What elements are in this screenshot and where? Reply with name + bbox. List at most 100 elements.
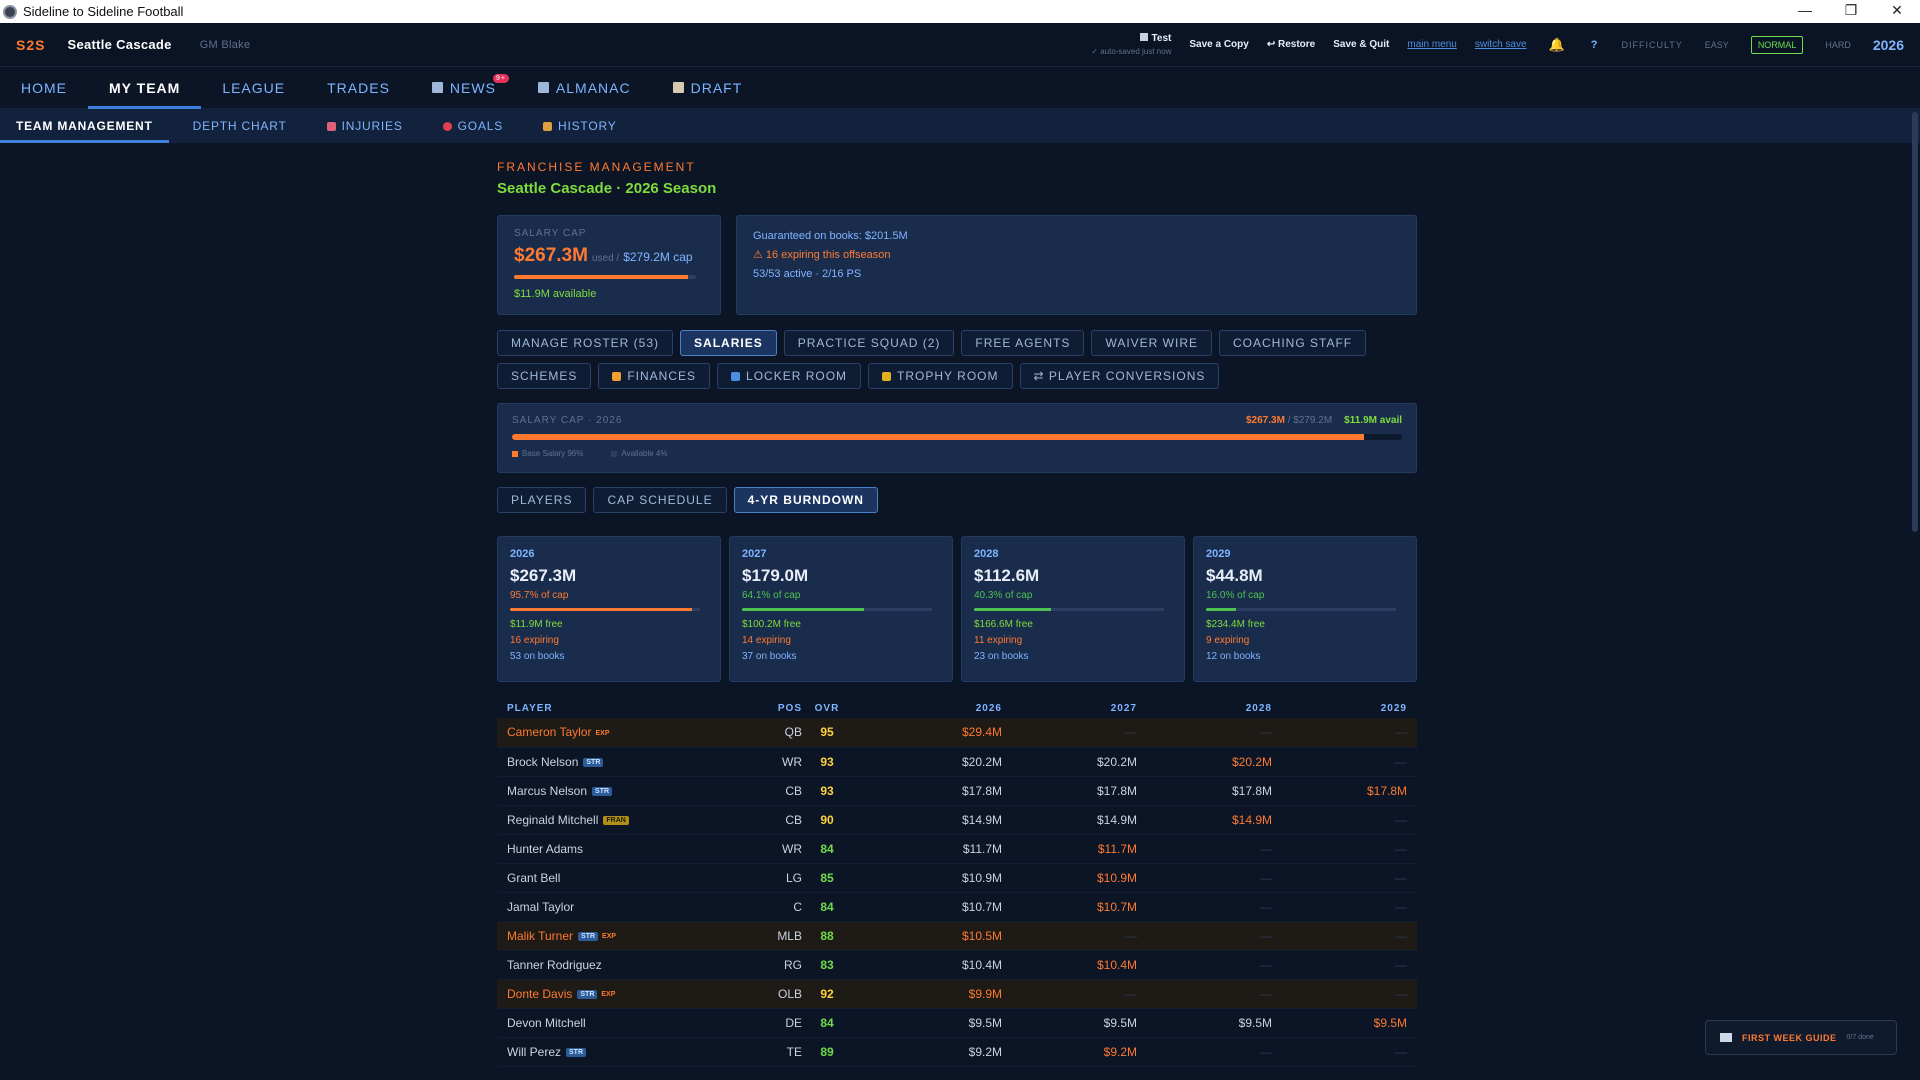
tab-team-management[interactable]: TEAM MANAGEMENT [0, 109, 169, 143]
player-name[interactable]: Donte Davis [507, 987, 572, 1001]
tab-history[interactable]: HISTORY [527, 109, 633, 143]
difficulty-hard[interactable]: HARD [1825, 40, 1851, 50]
difficulty-easy[interactable]: EASY [1705, 40, 1729, 50]
nav-trades[interactable]: TRADES [306, 67, 411, 109]
view-tab-4-yr-burndown[interactable]: 4-YR BURNDOWN [733, 487, 878, 513]
col-2028[interactable]: 2028 [1147, 698, 1282, 718]
pos-cell: TE [786, 1044, 802, 1059]
ovr-cell: 85 [820, 870, 834, 885]
burndown-year: 2026 [510, 548, 535, 560]
tab-goals[interactable]: GOALS [427, 109, 519, 143]
table-row[interactable]: Jamal Taylor C 84 $10.7M $10.7M — — [497, 892, 1417, 921]
bell-icon[interactable]: 🔔 [1549, 37, 1565, 53]
player-name[interactable]: Cameron Taylor [507, 725, 591, 739]
table-row[interactable]: Devon Mitchell DE 84 $9.5M $9.5M $9.5M $9.5M [497, 1008, 1417, 1037]
help-button[interactable]: ? [1591, 39, 1598, 51]
cap-summary-used: $267.3M [1245, 415, 1285, 426]
nav-league[interactable]: LEAGUE [201, 67, 306, 109]
table-row[interactable]: Marcus Nelson STR CB 93 $17.8M $17.8M $17.8M… [497, 776, 1417, 805]
nav-draft[interactable]: DRAFT [652, 67, 764, 109]
salary-cell: $10.9M [1096, 870, 1137, 885]
close-icon[interactable]: ✕ [1874, 0, 1920, 23]
table-row[interactable]: Cameron Taylor EXP QB 95 $29.4M — — — [497, 718, 1417, 747]
locker-room-button[interactable]: LOCKER ROOM [717, 363, 862, 389]
table-row[interactable]: Tanner Rodriguez RG 83 $10.4M $10.4M — — [497, 950, 1417, 979]
news-badge: 9+ [492, 73, 509, 83]
table-row[interactable]: Will Perez STR TE 89 $9.2M $9.2M — — [497, 1037, 1417, 1066]
burndown-bar [1206, 608, 1396, 611]
trophy-room-button[interactable]: TROPHY ROOM [868, 363, 1013, 389]
tab-injuries[interactable]: INJURIES [311, 109, 419, 143]
player-name[interactable]: Will Perez [507, 1045, 561, 1059]
burndown-amount: $179.0M [742, 566, 809, 585]
burndown-expiring: 16 expiring [510, 635, 559, 646]
cap-used-label: used / [591, 253, 620, 264]
scrollbar[interactable] [1912, 112, 1918, 532]
col-pos[interactable]: POS [767, 698, 802, 718]
col-2027[interactable]: 2027 [1012, 698, 1147, 718]
legend-base-salary: Base Salary 96% [512, 449, 597, 458]
burndown-card-2029: 2029 $44.8M 16.0% of cap $234.4M free 9 … [1193, 536, 1417, 682]
col-player[interactable]: PLAYER [497, 698, 767, 718]
player-conversions-button[interactable]: ⇄ PLAYER CONVERSIONS [1019, 363, 1220, 389]
nav-news[interactable]: NEWS 9+ [411, 67, 517, 109]
switch-save-link[interactable]: switch save [1475, 39, 1527, 50]
player-name[interactable]: Grant Bell [507, 871, 560, 885]
view-tab-cap-schedule[interactable]: CAP SCHEDULE [593, 487, 727, 513]
save-copy-button[interactable]: Save a Copy [1189, 39, 1248, 50]
table-row[interactable]: Donte Davis STR EXP OLB 92 $9.9M — — — [497, 979, 1417, 1008]
col-ovr[interactable]: OVR [802, 698, 852, 718]
practice-squad-2-button[interactable]: PRACTICE SQUAD (2) [783, 330, 955, 356]
logo[interactable]: S2S [16, 37, 45, 53]
table-row[interactable]: Grant Bell LG 85 $10.9M $10.9M — — [497, 863, 1417, 892]
nav-almanac[interactable]: ALMANAC [517, 67, 652, 109]
burndown-free: $11.9M free [510, 619, 563, 630]
col-2026[interactable]: 2026 [852, 698, 1012, 718]
nav-home[interactable]: HOME [0, 67, 88, 109]
finances-button[interactable]: FINANCES [598, 363, 711, 389]
tag-exp: EXP [595, 729, 610, 737]
save-quit-button[interactable]: Save & Quit [1333, 39, 1389, 50]
player-name[interactable]: Tanner Rodriguez [507, 958, 602, 972]
difficulty-normal[interactable]: NORMAL [1750, 35, 1804, 54]
table-row[interactable]: Reginald Mitchell FRAN CB 90 $14.9M $14.9M $… [497, 805, 1417, 834]
nav-my-team[interactable]: MY TEAM [88, 67, 202, 109]
schemes-button[interactable]: SCHEMES [497, 363, 592, 389]
minimize-icon[interactable]: — [1782, 0, 1828, 23]
player-name[interactable]: Hunter Adams [507, 842, 583, 856]
tab-label: HISTORY [558, 119, 617, 133]
player-name[interactable]: Malik Turner [507, 929, 573, 943]
col-2029[interactable]: 2029 [1282, 698, 1417, 718]
table-row[interactable]: Malik Turner STR EXP MLB 88 $10.5M — — — [497, 921, 1417, 950]
coaching-staff-button[interactable]: COACHING STAFF [1219, 330, 1367, 356]
salary-cell: — [1395, 899, 1407, 914]
tab-depth-chart[interactable]: DEPTH CHART [177, 109, 303, 143]
salary-cell: $9.2M [1103, 1044, 1137, 1059]
tab-label: GOALS [457, 119, 504, 133]
view-tab-players[interactable]: PLAYERS [497, 487, 587, 513]
salary-table: PLAYER POS OVR 2026 2027 2028 2029 Camer… [497, 698, 1417, 1067]
book-icon [1720, 1033, 1732, 1042]
waiver-wire-button[interactable]: WAIVER WIRE [1091, 330, 1212, 356]
player-name[interactable]: Brock Nelson [507, 755, 578, 769]
restore-icon[interactable]: ❐ [1828, 0, 1874, 23]
cap-summary-sep: / [1287, 415, 1291, 426]
button-label: FINANCES [627, 369, 697, 383]
main-menu-link[interactable]: main menu [1407, 39, 1456, 50]
restore-button[interactable]: ↩ Restore [1267, 39, 1315, 50]
player-name[interactable]: Marcus Nelson [507, 784, 587, 798]
table-row[interactable]: Hunter Adams WR 84 $11.7M $11.7M — — [497, 834, 1417, 863]
salary-cell: — [1395, 957, 1407, 972]
manage-roster-53-button[interactable]: MANAGE ROSTER (53) [497, 330, 674, 356]
free-agents-button[interactable]: FREE AGENTS [961, 330, 1085, 356]
pos-cell: CB [785, 812, 802, 827]
player-name[interactable]: Reginald Mitchell [507, 813, 598, 827]
burndown-bar-fill [1206, 608, 1237, 611]
view-tabs: PLAYERS CAP SCHEDULE 4-YR BURNDOWN [497, 487, 1417, 520]
player-name[interactable]: Devon Mitchell [507, 1016, 586, 1030]
salaries-button[interactable]: SALARIES [680, 330, 777, 356]
table-row[interactable]: Brock Nelson STR WR 93 $20.2M $20.2M $20.2M — [497, 747, 1417, 776]
first-week-guide[interactable]: FIRST WEEK GUIDE 0/7 done [1705, 1020, 1897, 1055]
salary-cell: — [1125, 725, 1137, 740]
player-name[interactable]: Jamal Taylor [507, 900, 574, 914]
